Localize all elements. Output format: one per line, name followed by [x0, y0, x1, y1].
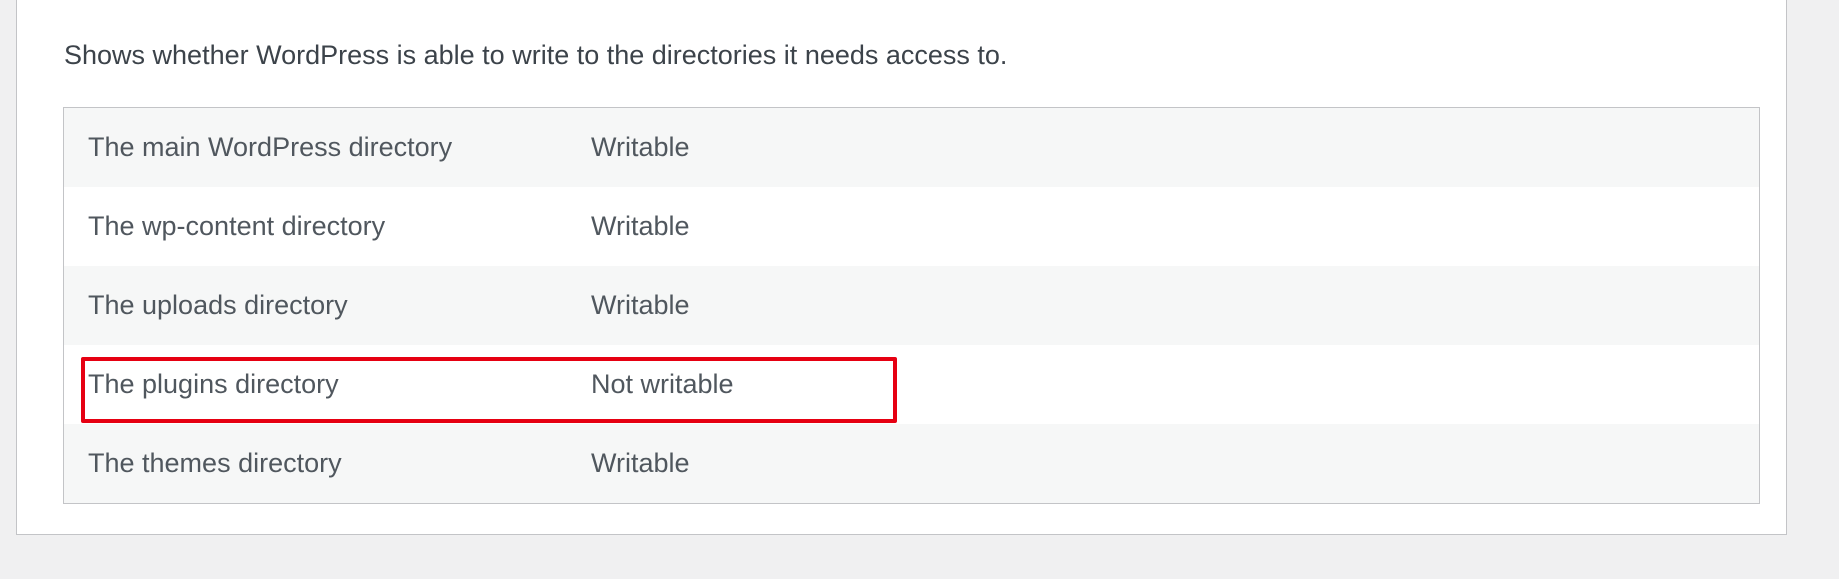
directory-status: Writable — [591, 211, 690, 241]
directory-label: The uploads directory — [88, 290, 348, 320]
table-row: The wp-content directory Writable — [64, 187, 1759, 266]
table-row: The themes directory Writable — [64, 424, 1759, 503]
table-row: The uploads directory Writable — [64, 266, 1759, 345]
table-row: The plugins directory Not writable — [64, 345, 1759, 424]
directory-status: Writable — [591, 132, 690, 162]
filesystem-permissions-panel: Shows whether WordPress is able to write… — [16, 0, 1787, 535]
directory-status: Not writable — [591, 369, 734, 399]
table-row: The main WordPress directory Writable — [64, 108, 1759, 187]
directory-status: Writable — [591, 448, 690, 478]
directory-label: The plugins directory — [88, 369, 339, 399]
directory-label: The main WordPress directory — [88, 132, 453, 162]
section-description: Shows whether WordPress is able to write… — [64, 40, 1008, 70]
page: Shows whether WordPress is able to write… — [0, 0, 1839, 579]
directory-label: The themes directory — [88, 448, 342, 478]
directory-status: Writable — [591, 290, 690, 320]
directories-table: The main WordPress directory Writable Th… — [63, 107, 1760, 504]
directory-label: The wp-content directory — [88, 211, 386, 241]
